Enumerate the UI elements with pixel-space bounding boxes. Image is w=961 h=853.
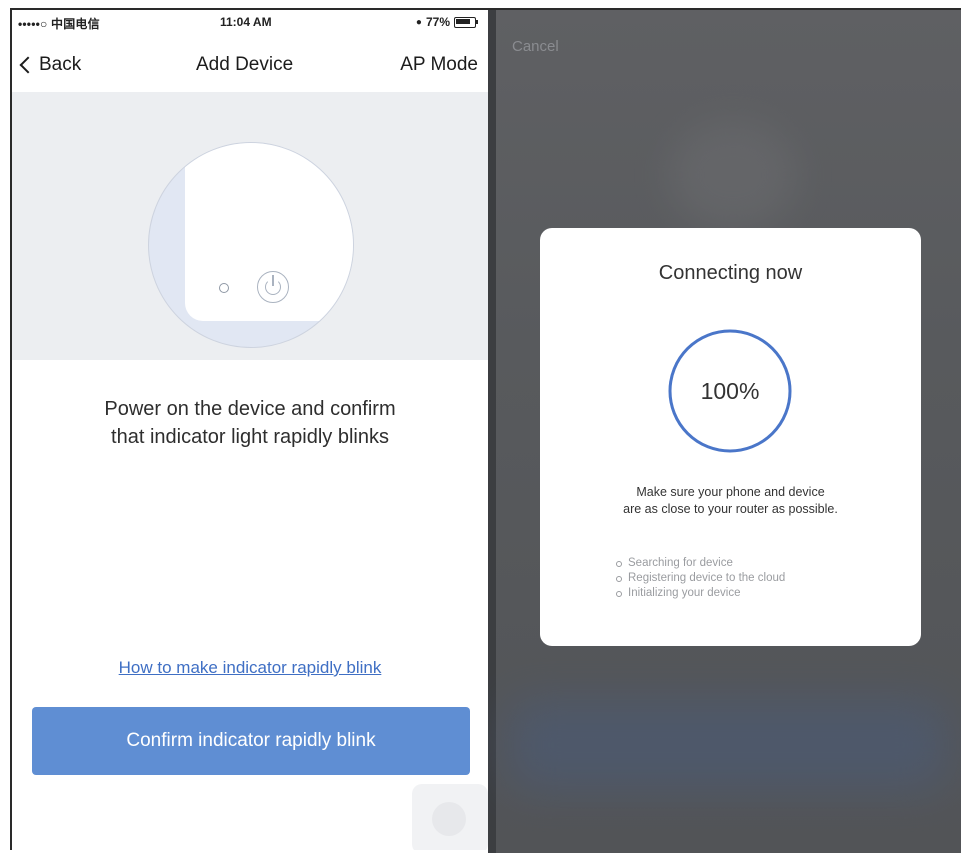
proximity-note: Make sure your phone and device are as c… xyxy=(540,484,921,518)
background-blur xyxy=(668,120,798,230)
navigation-bar: Back Add Device AP Mode xyxy=(12,50,488,86)
page-title: Add Device xyxy=(196,54,294,75)
help-link[interactable]: How to make indicator rapidly blink xyxy=(12,658,488,678)
carrier-label: •••••○ 中国电信 xyxy=(18,17,100,31)
screen-divider xyxy=(488,10,496,853)
add-device-screen: •••••○ 中国电信 11:04 AM ● 77% Back Add Devi… xyxy=(10,8,488,850)
step-label: Registering device to the cloud xyxy=(628,572,786,584)
step-label: Initializing your device xyxy=(628,587,741,599)
dialog-title: Connecting now xyxy=(658,262,803,284)
step-label: Searching for device xyxy=(628,557,733,569)
cancel-button[interactable]: Cancel xyxy=(512,38,559,55)
instruction-line-2: that indicator light rapidly blinks xyxy=(111,426,389,448)
step-bullet-icon xyxy=(616,590,622,597)
indicator-light-icon xyxy=(219,283,229,293)
connection-steps: Searching for device Registering device … xyxy=(616,556,785,601)
power-button-icon xyxy=(257,271,289,303)
device-illustration xyxy=(148,142,354,348)
progress-percent: 100% xyxy=(700,377,760,404)
back-button[interactable]: Back xyxy=(18,54,81,76)
screenshot-frame: •••••○ 中国电信 11:04 AM ● 77% Back Add Devi… xyxy=(0,0,961,853)
assistive-touch-icon xyxy=(432,802,466,836)
instruction-line-1: Power on the device and confirm xyxy=(104,398,396,420)
progress-ring: 100% xyxy=(665,326,795,456)
note-line-1: Make sure your phone and device xyxy=(636,485,825,499)
step-bullet-icon xyxy=(616,560,622,567)
status-time: 11:04 AM xyxy=(220,15,272,29)
alarm-icon: ● xyxy=(415,16,422,28)
device-illustration-area xyxy=(12,92,488,360)
background-blur-band xyxy=(508,700,948,790)
confirm-button[interactable]: Confirm indicator rapidly blink xyxy=(32,707,470,775)
back-label: Back xyxy=(39,54,82,75)
floating-assistive-button[interactable] xyxy=(412,784,488,850)
step-item: Initializing your device xyxy=(616,586,785,601)
status-bar: •••••○ 中国电信 11:04 AM ● 77% xyxy=(12,10,488,34)
ap-mode-button[interactable]: AP Mode xyxy=(400,54,478,76)
battery-percent: 77% xyxy=(425,15,450,29)
battery-indicator: ● 77% xyxy=(415,15,478,29)
connecting-screen: Cancel Connecting now 100% Make sure you… xyxy=(488,8,961,853)
chevron-left-icon xyxy=(19,56,37,74)
device-body xyxy=(185,143,353,321)
step-item: Registering device to the cloud xyxy=(616,571,785,586)
note-line-2: are as close to your router as possible. xyxy=(623,502,838,516)
battery-icon xyxy=(454,16,478,28)
connecting-dialog: Connecting now 100% Make sure your phone… xyxy=(540,228,921,646)
step-bullet-icon xyxy=(616,575,622,582)
instruction-text: Power on the device and confirm that ind… xyxy=(12,395,488,451)
step-item: Searching for device xyxy=(616,556,785,571)
